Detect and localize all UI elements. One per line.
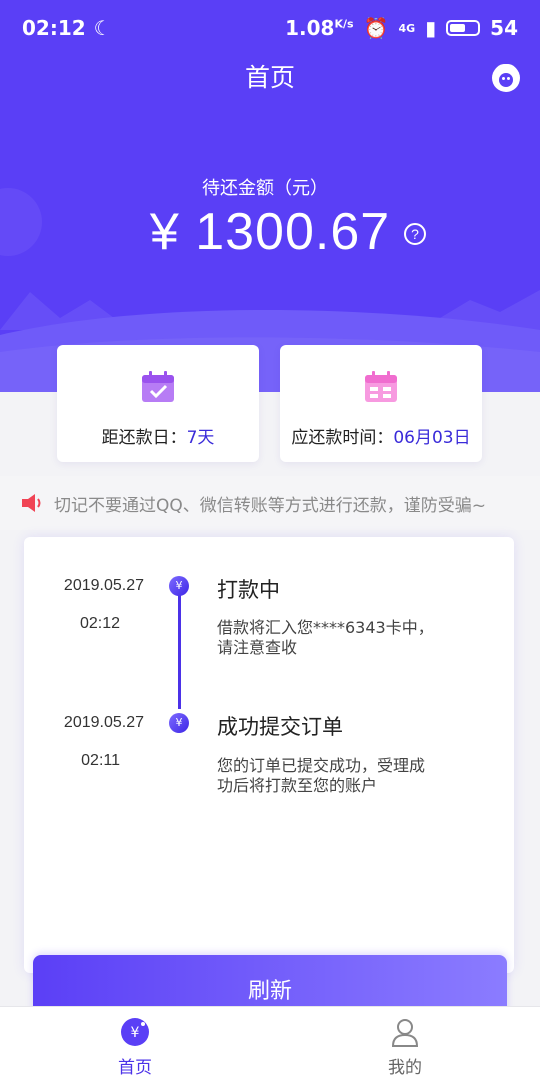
network-speed-unit: K/s	[334, 17, 354, 31]
svg-text:¥: ¥	[131, 1025, 140, 1041]
calendar-grid-icon	[365, 371, 397, 402]
tab-home-label: 首页	[118, 1058, 152, 1078]
timeline-date: 2019.05.27	[63, 577, 144, 594]
status-bar: 02:12 ☾ 1.08K/s ⏰ 4G ▮ 54	[0, 0, 540, 56]
amount-row: ¥ 1300.67	[0, 202, 540, 262]
page-title: 首页	[244, 63, 295, 92]
timeline-desc-line: 请注意查收	[217, 638, 298, 657]
battery-level: 54	[490, 16, 518, 40]
speaker-icon	[22, 494, 41, 512]
yuan-dot-icon: ¥	[169, 713, 189, 733]
order-timeline: 2019.05.27 02:12 ¥ 打款中 借款将汇入您****6343卡中，…	[24, 537, 514, 973]
amount-value: ¥ 1300.67	[149, 203, 391, 261]
due-date-label: 应还款时间：	[291, 428, 394, 448]
timeline-description: 借款将汇入您****6343卡中， 请注意查收	[217, 618, 467, 658]
days-left-card: 距还款日：7天	[57, 345, 259, 462]
calendar-check-icon	[142, 371, 174, 402]
tab-mine-label: 我的	[388, 1058, 422, 1078]
tab-mine[interactable]: 我的	[270, 1007, 540, 1080]
days-left-label: 距还款日：	[101, 428, 187, 448]
network-type: 4G	[398, 21, 416, 35]
avatar-icon[interactable]	[492, 64, 520, 92]
tab-home[interactable]: ¥ 首页	[0, 1007, 270, 1080]
days-left-value: 7天	[186, 428, 215, 448]
due-date-card: 应还款时间：06月03日	[280, 345, 482, 462]
avatar-face	[499, 73, 513, 87]
battery-icon	[446, 20, 481, 36]
bottom-tab-bar: ¥ 首页 我的	[0, 1006, 540, 1080]
timeline-title: 成功提交订单	[217, 715, 343, 739]
notice-text: 切记不要通过QQ、微信转账等方式进行还款，谨防受骗~	[54, 495, 487, 516]
notice-bar: 切记不要通过QQ、微信转账等方式进行还款，谨防受骗~	[0, 476, 540, 530]
due-date-value: 06月03日	[393, 428, 471, 448]
timeline-description: 您的订单已提交成功，受理成 功后将打款至您的账户	[217, 756, 467, 796]
timeline-title: 打款中	[217, 578, 280, 602]
timeline-desc-line: 借款将汇入您****6343卡中，	[217, 618, 434, 637]
user-icon	[391, 1019, 419, 1047]
timeline-time: 02:12	[79, 615, 120, 632]
timeline-connector	[178, 587, 181, 709]
amount-label: 待还金额（元）	[202, 178, 328, 199]
help-icon[interactable]: ?	[404, 223, 426, 245]
due-date-text: 应还款时间：06月03日	[280, 423, 482, 448]
signal-icon: ▮	[425, 16, 437, 40]
network-speed-value: 1.08	[285, 16, 335, 40]
alarm-icon: ⏰	[363, 16, 389, 40]
timeline-date: 2019.05.27	[63, 714, 144, 731]
days-left-text: 距还款日：7天	[57, 423, 259, 448]
timeline-time: 02:11	[81, 752, 120, 769]
status-time: 02:12	[22, 16, 86, 40]
network-speed: 1.08K/s	[285, 16, 353, 40]
timeline-desc-line: 您的订单已提交成功，受理成	[217, 756, 426, 775]
timeline-desc-line: 功后将打款至您的账户	[217, 776, 378, 795]
moon-icon: ☾	[93, 16, 112, 40]
home-yuan-icon: ¥	[121, 1018, 149, 1046]
yuan-dot-icon: ¥	[169, 576, 189, 596]
